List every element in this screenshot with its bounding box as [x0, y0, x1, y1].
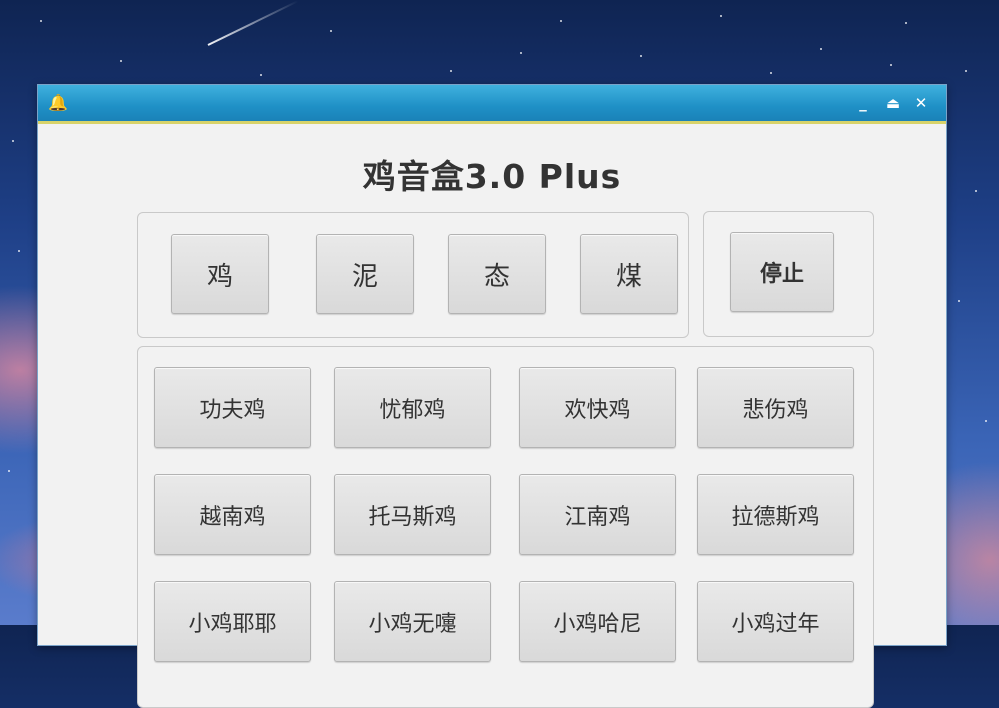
title-bar[interactable]: 🔔 _ ⏏ ✕	[38, 85, 946, 124]
sound-button[interactable]: 小鸡哈尼	[519, 581, 676, 662]
app-title: 鸡音盒3.0 Plus	[362, 157, 622, 196]
stop-group: 停止	[703, 211, 874, 337]
top-button-group: 鸡 泥 态 煤	[137, 212, 689, 338]
ni-button[interactable]: 泥	[316, 234, 414, 314]
close-icon[interactable]: ✕	[911, 93, 931, 113]
sound-button[interactable]: 江南鸡	[519, 474, 676, 555]
sound-button[interactable]: 功夫鸡	[154, 367, 311, 448]
tai-button[interactable]: 态	[448, 234, 546, 314]
sound-button[interactable]: 小鸡无嚏	[334, 581, 491, 662]
sound-button[interactable]: 拉德斯鸡	[697, 474, 854, 555]
ji-button[interactable]: 鸡	[171, 234, 269, 314]
sound-grid: 功夫鸡 忧郁鸡 欢快鸡 悲伤鸡 越南鸡 托马斯鸡 江南鸡 拉德斯鸡 小鸡耶耶 小…	[137, 346, 874, 708]
sound-button[interactable]: 托马斯鸡	[334, 474, 491, 555]
sound-button[interactable]: 越南鸡	[154, 474, 311, 555]
bell-icon: 🔔	[48, 93, 68, 112]
shooting-star	[207, 0, 299, 46]
app-window: 🔔 _ ⏏ ✕ 鸡音盒3.0 Plus 鸡 泥 态 煤 停止 功夫鸡 忧郁鸡 欢…	[37, 84, 947, 708]
sound-button[interactable]: 欢快鸡	[519, 367, 676, 448]
stop-button[interactable]: 停止	[730, 232, 834, 312]
sound-button[interactable]: 小鸡耶耶	[154, 581, 311, 662]
window-content: 鸡音盒3.0 Plus 鸡 泥 态 煤 停止 功夫鸡 忧郁鸡 欢快鸡 悲伤鸡 越…	[38, 124, 946, 708]
sound-button[interactable]: 悲伤鸡	[697, 367, 854, 448]
sound-button[interactable]: 忧郁鸡	[334, 367, 491, 448]
maximize-icon[interactable]: ⏏	[883, 93, 903, 113]
mei-button[interactable]: 煤	[580, 234, 678, 314]
minimize-icon[interactable]: _	[853, 93, 873, 113]
sound-button[interactable]: 小鸡过年	[697, 581, 854, 662]
